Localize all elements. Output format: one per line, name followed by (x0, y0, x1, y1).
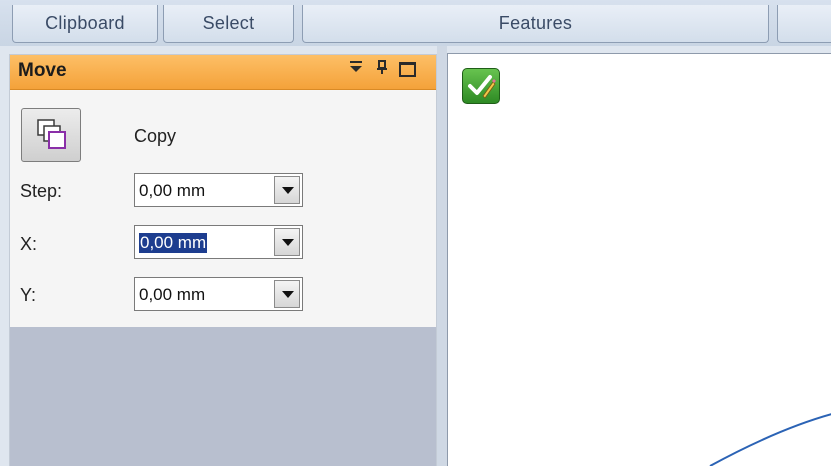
panel-splitter[interactable] (437, 46, 447, 466)
copy-label: Copy (134, 126, 177, 146)
panel-title: Move (18, 60, 67, 81)
x-label: X: (20, 234, 38, 254)
copy-icon (37, 119, 66, 149)
x-dropdown-button[interactable] (274, 228, 300, 256)
pin-icon[interactable] (374, 59, 390, 82)
y-label: Y: (20, 285, 37, 305)
panel-empty-area (10, 327, 436, 466)
ribbon-group-bar: Clipboard Select Features (0, 0, 831, 46)
step-label: Step: (20, 181, 63, 201)
ribbon-group-next[interactable] (777, 5, 831, 43)
y-dropdown-button[interactable] (274, 280, 300, 308)
chevron-down-icon (282, 239, 294, 246)
maximize-icon[interactable] (399, 62, 416, 77)
ribbon-group-features[interactable]: Features (302, 5, 769, 43)
y-combobox[interactable]: 0,00 mm (134, 277, 303, 311)
panel-body: Copy Step: 0,00 mm X: 0,00 mm Y: 0,00 mm (10, 91, 436, 327)
ribbon-group-select[interactable]: Select (163, 5, 294, 43)
step-combobox[interactable]: 0,00 mm (134, 173, 303, 207)
drawing-arc[interactable] (448, 54, 831, 466)
chevron-down-icon (282, 291, 294, 298)
panel-header: Move (10, 55, 436, 90)
y-value[interactable]: 0,00 mm (139, 285, 205, 305)
step-value[interactable]: 0,00 mm (139, 181, 205, 201)
ribbon-group-clipboard[interactable]: Clipboard (12, 5, 158, 43)
dropdown-arrow-icon[interactable] (348, 59, 364, 82)
copy-button[interactable] (21, 108, 81, 162)
move-panel: Move Copy Step: 0,00 mm X: 0,00 mm Y: 0,… (9, 54, 437, 466)
step-dropdown-button[interactable] (274, 176, 300, 204)
chevron-down-icon (282, 187, 294, 194)
drawing-canvas[interactable] (447, 53, 831, 466)
x-value[interactable]: 0,00 mm (139, 233, 208, 253)
x-combobox[interactable]: 0,00 mm (134, 225, 303, 259)
